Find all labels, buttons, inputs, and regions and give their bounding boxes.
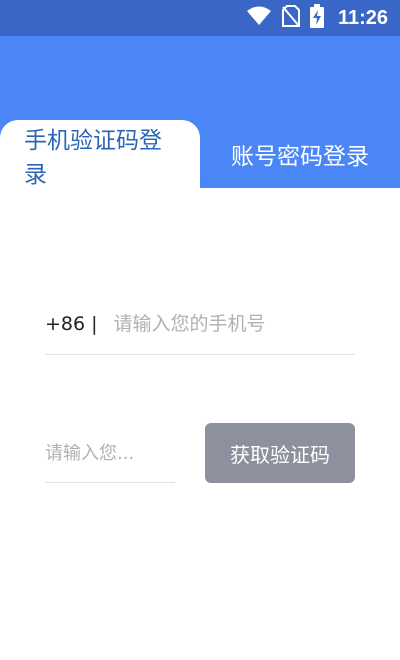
tab-sms-login-label: 手机验证码登录 [24, 128, 162, 188]
phone-input[interactable] [113, 313, 344, 341]
get-code-button-label: 获取验证码 [230, 442, 330, 467]
get-code-button[interactable]: 获取验证码 [205, 423, 355, 483]
tab-account-login[interactable]: 账号密码登录 [200, 120, 400, 188]
tab-sms-login[interactable]: 手机验证码登录 [0, 120, 200, 200]
tab-account-login-label: 账号密码登录 [231, 144, 369, 170]
no-sim-icon [281, 5, 300, 31]
code-field-row [45, 425, 175, 483]
wifi-icon [246, 6, 272, 30]
phone-field-row: +86 | [45, 300, 355, 355]
verification-code-input[interactable] [45, 443, 173, 464]
country-code-prefix: +86 | [45, 313, 98, 335]
status-icons: 11:26 [246, 0, 388, 36]
status-bar: 11:26 [0, 0, 400, 36]
status-time: 11:26 [337, 6, 388, 29]
battery-charging-icon [309, 4, 324, 32]
